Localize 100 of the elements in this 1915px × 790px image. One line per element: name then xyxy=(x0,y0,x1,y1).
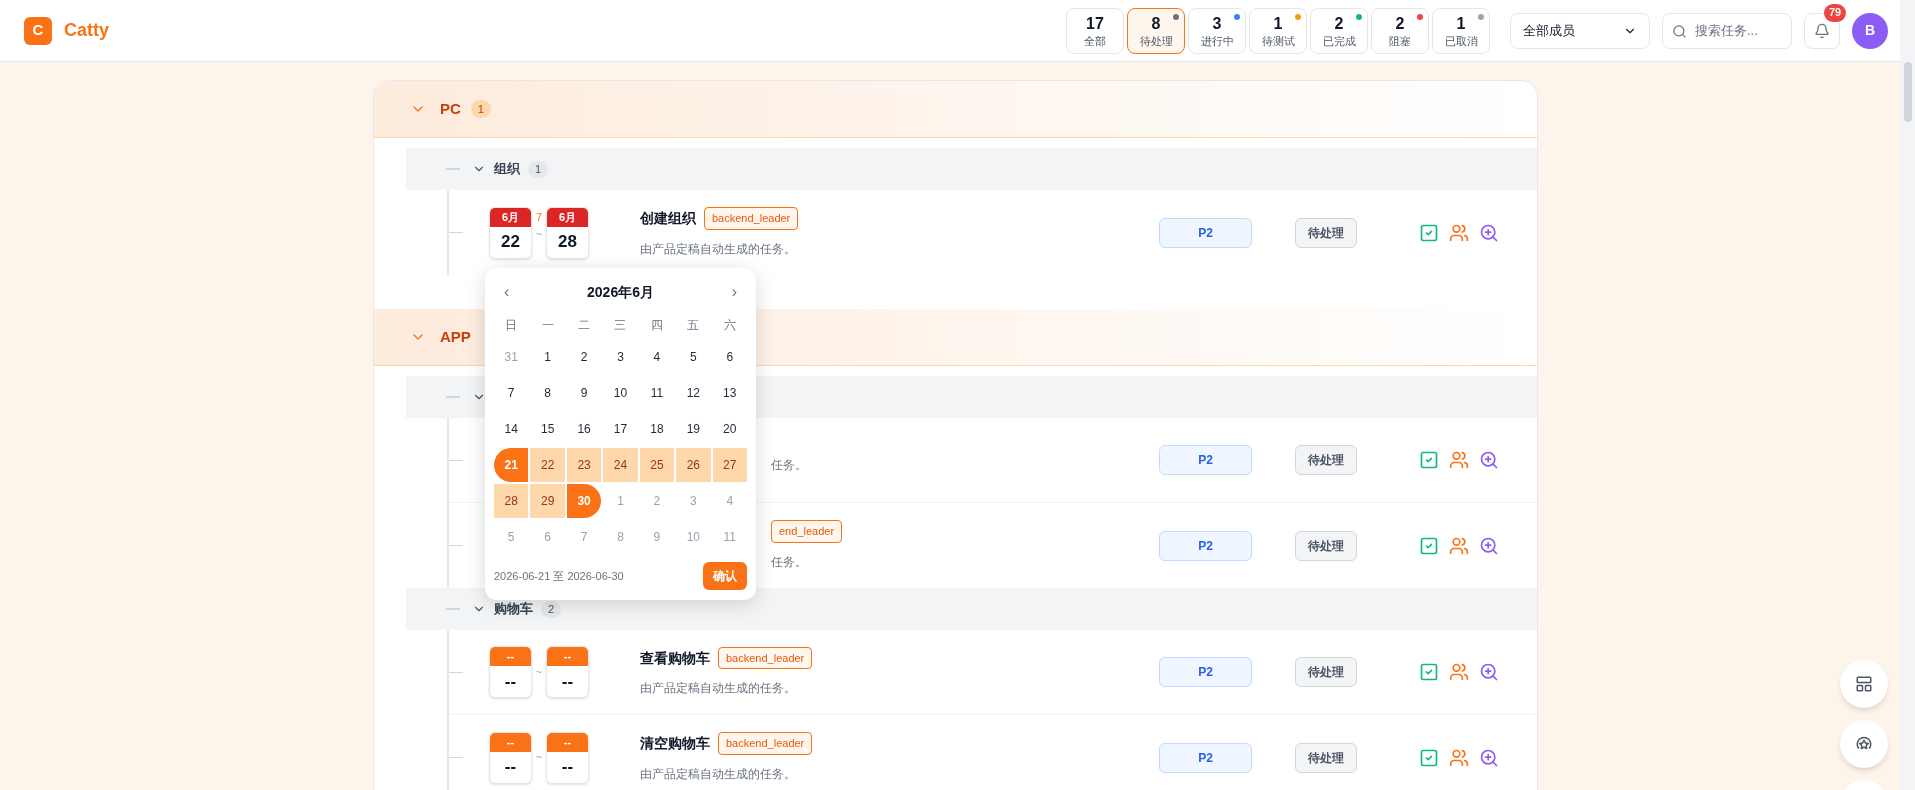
member-select[interactable]: 全部成员 xyxy=(1510,12,1650,49)
status-filter[interactable]: 1 待测试 xyxy=(1249,7,1307,54)
status-filter[interactable]: 2 阻塞 xyxy=(1371,7,1429,54)
date-month: -- xyxy=(490,647,531,666)
weekday-label: 三 xyxy=(613,317,628,334)
date-month: -- xyxy=(490,732,531,752)
check-square-icon[interactable] xyxy=(1419,222,1439,243)
zoom-in-icon[interactable] xyxy=(1479,747,1499,768)
calendar-day[interactable]: 14 xyxy=(494,412,529,446)
date-month: -- xyxy=(547,647,588,666)
calendar-day[interactable]: 7 xyxy=(494,376,529,410)
task-title[interactable]: 清空购物车 xyxy=(640,733,710,754)
calendar-day[interactable]: 29 xyxy=(530,484,565,518)
subgroup-header[interactable]: 购物车 2 xyxy=(406,588,1537,630)
subgroup-count: 2 xyxy=(541,600,562,618)
priority-badge[interactable]: P2 xyxy=(1159,530,1252,561)
tilde-separator: ~ xyxy=(535,752,543,763)
status-button[interactable]: 待处理 xyxy=(1295,530,1357,561)
date-day: -- xyxy=(547,666,588,697)
calendar-day[interactable]: 23 xyxy=(566,448,602,482)
notification-count: 79 xyxy=(1824,3,1846,22)
calendar-day[interactable]: 24 xyxy=(603,448,638,482)
date-box[interactable]: -- -- xyxy=(546,646,589,698)
weekday-label: 五 xyxy=(686,317,701,334)
calendar-day[interactable]: 13 xyxy=(712,376,747,410)
task-title[interactable]: 创建组织 xyxy=(640,208,696,229)
next-month-button[interactable]: › xyxy=(731,280,737,304)
calendar-day[interactable]: 25 xyxy=(639,448,675,482)
check-square-icon[interactable] xyxy=(1419,747,1439,768)
previous-month-button[interactable]: ‹ xyxy=(504,280,510,304)
zoom-in-icon[interactable] xyxy=(1479,535,1499,556)
status-filter[interactable]: 1 已取消 xyxy=(1432,7,1490,54)
date-box[interactable]: -- -- xyxy=(489,731,532,784)
calendar-day[interactable]: 26 xyxy=(676,448,711,482)
search-icon xyxy=(1672,23,1687,39)
calendar-day[interactable]: 28 xyxy=(494,484,529,518)
date-box[interactable]: 6月 22 xyxy=(489,206,532,259)
weekday-label: 一 xyxy=(540,317,555,334)
check-square-icon[interactable] xyxy=(1419,535,1439,556)
subgroup-name: 购物车 xyxy=(494,600,533,619)
check-square-icon[interactable] xyxy=(1419,450,1439,470)
date-day: -- xyxy=(490,751,531,783)
calendar-day[interactable]: 19 xyxy=(676,412,711,446)
calendar-day[interactable]: 27 xyxy=(712,448,747,482)
role-tag: end_leader xyxy=(771,520,843,543)
date-box[interactable]: -- -- xyxy=(489,646,532,698)
calendar-day[interactable]: 10 xyxy=(603,376,638,410)
priority-badge[interactable]: P2 xyxy=(1159,217,1252,248)
calendar-day[interactable]: 15 xyxy=(530,412,565,446)
layout-button[interactable] xyxy=(1840,660,1888,708)
subgroup-name: 组织 xyxy=(494,160,520,179)
users-icon[interactable] xyxy=(1449,450,1469,470)
zoom-in-icon[interactable] xyxy=(1479,222,1499,243)
status-button[interactable]: 待处理 xyxy=(1295,445,1357,475)
badge-button[interactable] xyxy=(1840,720,1888,768)
status-filter[interactable]: 17 全部 xyxy=(1066,7,1124,54)
calendar-day[interactable]: 17 xyxy=(603,412,638,446)
role-tag: backend_leader xyxy=(718,732,813,755)
status-button[interactable]: 待处理 xyxy=(1295,657,1357,687)
calendar-day[interactable]: 16 xyxy=(566,412,602,446)
status-filter[interactable]: 2 已完成 xyxy=(1310,7,1368,54)
task-description: 由产品定稿自动生成的任务。 xyxy=(640,765,797,783)
scrollbar[interactable] xyxy=(1900,0,1915,790)
check-square-icon[interactable] xyxy=(1419,662,1439,682)
date-box[interactable]: 6月 28 xyxy=(546,206,589,259)
calendar-day[interactable]: 12 xyxy=(676,376,711,410)
users-icon[interactable] xyxy=(1449,222,1469,243)
status-button[interactable]: 待处理 xyxy=(1295,742,1357,773)
users-icon[interactable] xyxy=(1449,662,1469,682)
task-description: 任务。 xyxy=(771,457,808,474)
users-icon[interactable] xyxy=(1449,747,1469,768)
selected-range: 2026-06-21 至 2026-06-30 xyxy=(494,568,624,584)
date-box[interactable]: -- -- xyxy=(546,731,589,784)
calendar-day[interactable]: 8 xyxy=(530,376,565,410)
status-button[interactable]: 待处理 xyxy=(1295,217,1357,248)
user-avatar[interactable]: B xyxy=(1852,12,1888,49)
calendar-day[interactable]: 18 xyxy=(639,412,675,446)
calendar-day[interactable]: 20 xyxy=(712,412,747,446)
calendar-day[interactable]: 9 xyxy=(566,376,602,410)
duration-days: 7 xyxy=(535,211,543,223)
search-field[interactable]: 搜索任务... xyxy=(1662,12,1792,49)
status-filter[interactable]: 8 待处理 xyxy=(1127,7,1185,54)
task-title[interactable]: 查看购物车 xyxy=(640,647,710,669)
zoom-in-icon[interactable] xyxy=(1479,662,1499,682)
status-filter[interactable]: 3 进行中 xyxy=(1188,7,1246,54)
weekday-label: 二 xyxy=(577,317,592,334)
priority-badge[interactable]: P2 xyxy=(1159,742,1252,773)
priority-badge[interactable]: P2 xyxy=(1159,445,1252,475)
tilde-separator: ~ xyxy=(535,666,543,678)
group-header[interactable]: PC 1 xyxy=(374,81,1537,138)
date-day: 22 xyxy=(490,226,531,258)
subgroup-header[interactable]: 组织 1 xyxy=(406,148,1537,190)
task-description: 由产品定稿自动生成的任务。 xyxy=(640,680,797,698)
calendar-day[interactable]: 11 xyxy=(639,376,675,410)
weekday-label: 四 xyxy=(649,317,664,334)
calendar-day[interactable]: 22 xyxy=(530,448,565,482)
priority-badge[interactable]: P2 xyxy=(1159,657,1252,687)
users-icon[interactable] xyxy=(1449,535,1469,556)
role-tag: backend_leader xyxy=(704,207,799,230)
zoom-in-icon[interactable] xyxy=(1479,450,1499,470)
